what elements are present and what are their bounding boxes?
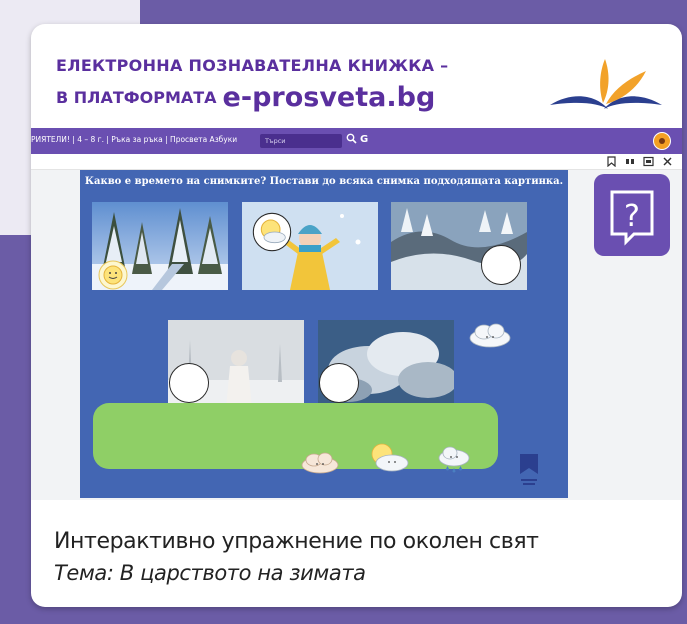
- header-title-line2: В ПЛАТФОРМАТА e-prosveta.bg: [56, 79, 436, 113]
- rain-cloud-sticker-icon[interactable]: [436, 445, 472, 481]
- sun-cloud-sticker-icon[interactable]: [252, 212, 292, 252]
- content-card: ЕЛЕКТРОННА ПОЗНАВАТЕЛНА КНИЖКА – В ПЛАТФ…: [31, 24, 682, 607]
- help-button[interactable]: ?: [594, 174, 670, 256]
- exercise-slide: Какво е времето на снимките? Постави до …: [80, 170, 568, 498]
- sun-cloud-sticker-icon[interactable]: [366, 442, 410, 474]
- breadcrumb[interactable]: РИЯТЕЛИ! | 4 – 8 г. | Ръка за ръка | Про…: [31, 135, 237, 144]
- close-icon[interactable]: [663, 156, 672, 167]
- columns-icon[interactable]: [625, 156, 635, 167]
- g-button[interactable]: G: [360, 134, 368, 145]
- question-mark-icon: ?: [610, 190, 654, 246]
- cloud-sticker-icon[interactable]: [300, 450, 340, 476]
- slide-stage: Какво е времето на снимките? Постави до …: [31, 170, 682, 500]
- card-header: ЕЛЕКТРОННА ПОЗНАВАТЕЛНА КНИЖКА – В ПЛАТФ…: [31, 24, 682, 124]
- caption-title: Интерактивно упражнение по околен свят: [54, 529, 539, 554]
- help-label: ?: [624, 199, 640, 234]
- header-title-line1: ЕЛЕКТРОННА ПОЗНАВАТЕЛНА КНИЖКА –: [56, 56, 449, 75]
- drop-target-4[interactable]: [169, 363, 209, 403]
- slide-title: Какво е времето на снимките? Постави до …: [84, 176, 564, 187]
- browser-toolbar: РИЯТЕЛИ! | 4 – 8 г. | Ръка за ръка | Про…: [31, 128, 682, 154]
- caption-topic: Тема: В царството на зимата: [54, 561, 366, 585]
- brand-name: e-prosveta.bg: [222, 82, 436, 113]
- cloud-sticker-icon[interactable]: [467, 320, 513, 350]
- search-input[interactable]: Търси: [260, 134, 342, 148]
- search-icon[interactable]: [346, 133, 357, 144]
- bookmark-icon[interactable]: [607, 156, 616, 167]
- header-prefix: В ПЛАТФОРМАТА: [56, 88, 217, 107]
- prosveta-logo-icon: [550, 59, 662, 109]
- viewer-toolbar: [31, 154, 682, 170]
- avatar[interactable]: [653, 132, 671, 150]
- window-icon[interactable]: [643, 156, 654, 167]
- drop-target-3[interactable]: [481, 245, 521, 285]
- drop-target-5[interactable]: [319, 363, 359, 403]
- publisher-logo-icon: [520, 454, 538, 485]
- sun-sticker-icon[interactable]: [98, 260, 128, 290]
